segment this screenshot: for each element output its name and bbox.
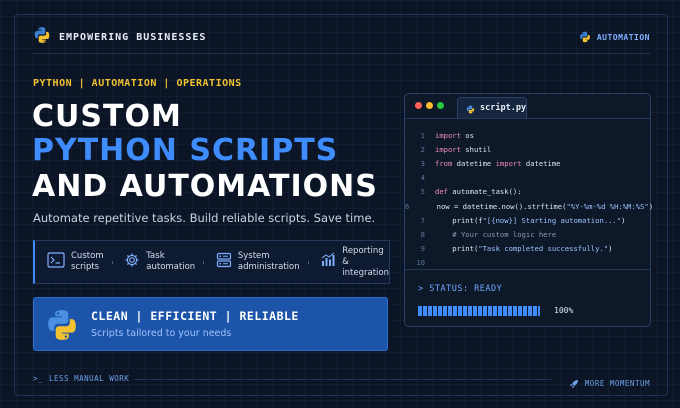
feature-label-line1: Reporting & — [342, 245, 384, 267]
feature-system-administration: System administration — [204, 251, 300, 273]
code-line: 5 def automate_task(): — [405, 185, 650, 199]
line-number: 2 — [420, 144, 425, 154]
code-text: automate_task(): — [447, 187, 522, 197]
bar-chart-icon — [320, 252, 336, 272]
line-number: 7 — [420, 215, 425, 225]
progress-bar — [418, 306, 540, 316]
code-string: "Task completed successfully." — [478, 244, 609, 254]
code-string: "%Y-%m-%d %H:%M:%S" — [566, 201, 649, 211]
gear-icon — [124, 252, 140, 272]
feature-label-line2: scripts — [71, 262, 100, 272]
code-string: "[{now}] Starting automation..." — [482, 215, 622, 225]
line-number: 1 — [420, 130, 425, 140]
code-text: shutil — [460, 144, 492, 154]
tab-label: script.py — [480, 103, 527, 113]
code-text: ) — [648, 201, 654, 211]
line-number: 8 — [420, 229, 425, 239]
footer-left-label: LESS MANUAL WORK — [49, 374, 130, 383]
footer-right: MORE MOMENTUM — [569, 374, 650, 393]
line-number: 9 — [420, 244, 425, 254]
editor-divider — [405, 269, 650, 270]
headline-line-2: PYTHON SCRIPTS — [32, 133, 339, 168]
code-text: print( — [435, 244, 479, 254]
maximize-dot[interactable] — [437, 102, 444, 109]
callout-title: CLEAN | EFFICIENT | RELIABLE — [91, 309, 299, 323]
footer-right-label: MORE MOMENTUM — [584, 379, 650, 388]
code-text: datetime — [452, 158, 496, 168]
python-logo-icon — [45, 308, 79, 346]
keyword: import — [495, 158, 522, 168]
editor-titlebar: script.py — [405, 94, 650, 119]
tagline: PYTHON | AUTOMATION | OPERATIONS — [33, 78, 242, 89]
keyword: import — [435, 130, 461, 140]
feature-label-line2: automation — [146, 262, 196, 272]
code-text: now = datetime.now().strftime( — [419, 201, 567, 211]
keyword: def — [435, 187, 448, 197]
headline-line-1: CUSTOM — [32, 99, 182, 134]
tab-script-py[interactable]: script.py — [457, 97, 527, 118]
line-number: 5 — [420, 187, 425, 197]
progress-label: 100% — [554, 306, 574, 315]
feature-strip: Custom scripts Task automation System ad… — [33, 240, 390, 284]
feature-label-line1: Custom — [71, 251, 104, 261]
code-text: os — [460, 130, 474, 140]
close-dot[interactable] — [415, 102, 422, 109]
code-editor-window: script.py 1 import os 2 import shutil 3 fro… — [404, 93, 654, 327]
callout-panel: CLEAN | EFFICIENT | RELIABLE Scripts tai… — [33, 297, 388, 351]
status-text: > STATUS: READY — [418, 284, 503, 294]
code-text: datetime — [521, 158, 561, 168]
code-area[interactable]: 1 import os 2 import shutil 3 from datetime… — [405, 128, 654, 270]
header-divider — [33, 53, 650, 54]
feature-label-line2: integration — [342, 267, 389, 278]
keyword: import — [435, 144, 461, 154]
code-line: 9 print("Task completed successfully.") — [405, 242, 650, 256]
brand: EMPOWERING BUSINESSES — [33, 26, 206, 48]
feature-label-line1: Task — [146, 251, 165, 261]
code-line: 4 — [405, 171, 650, 185]
python-logo-icon — [33, 26, 51, 48]
automation-badge: AUTOMATION — [579, 28, 650, 47]
feature-reporting-integration: Reporting & integration — [308, 246, 389, 279]
code-line: 1 import os — [405, 128, 650, 142]
feature-custom-scripts: Custom scripts — [35, 251, 104, 273]
line-number: 6 — [405, 201, 410, 211]
code-line: 2 import shutil — [405, 142, 650, 156]
code-text: print(f — [435, 215, 483, 225]
code-line: 6 now = datetime.now().strftime("%Y-%m-%… — [405, 199, 654, 213]
rocket-icon — [569, 374, 579, 393]
code-text: ) — [621, 215, 626, 225]
feature-label-line2: administration — [237, 262, 300, 272]
code-line: 7 print(f "[{now}] Starting automation...… — [405, 213, 650, 227]
footer-divider — [134, 379, 552, 380]
brand-title: EMPOWERING BUSINESSES — [59, 31, 207, 43]
callout-subtitle: Scripts tailored to your needs — [91, 328, 232, 339]
line-number: 10 — [416, 258, 425, 268]
footer-left: >_ LESS MANUAL WORK — [33, 374, 129, 383]
code-line: 10 — [405, 256, 650, 270]
code-line: 3 from datetime import datetime — [405, 156, 650, 170]
keyword: from — [435, 158, 453, 168]
terminal-icon — [47, 252, 65, 272]
headline-line-3: AND AUTOMATIONS — [32, 169, 378, 204]
server-icon — [216, 252, 232, 272]
feature-task-automation: Task automation — [112, 251, 195, 273]
code-comment: # Your custom logic here — [435, 229, 557, 239]
subheading: Automate repetitive tasks. Build reliabl… — [33, 211, 376, 225]
prompt-icon: >_ — [33, 374, 44, 383]
line-number: 3 — [420, 158, 425, 168]
python-logo-icon — [579, 28, 591, 47]
python-logo-icon — [466, 99, 475, 118]
badge-label: AUTOMATION — [596, 33, 650, 42]
code-text: ) — [608, 244, 613, 254]
feature-label-line1: System — [237, 251, 270, 261]
code-line: 8 # Your custom logic here — [405, 227, 650, 241]
line-number: 4 — [420, 173, 425, 183]
minimize-dot[interactable] — [426, 102, 433, 109]
